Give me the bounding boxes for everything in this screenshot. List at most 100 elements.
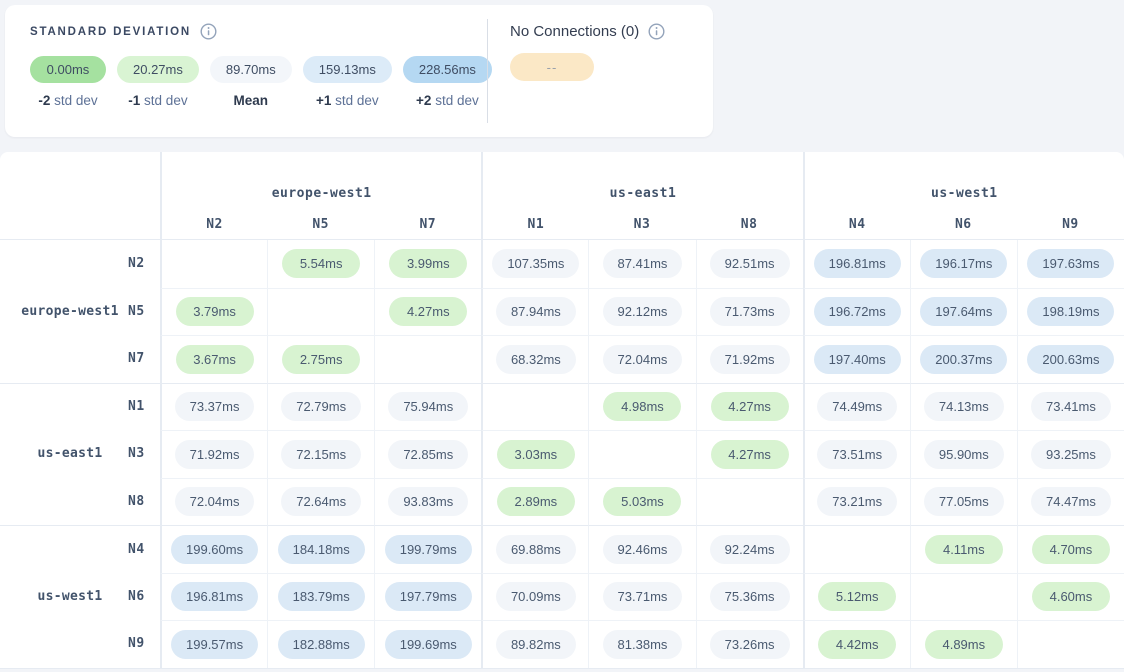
latency-pill[interactable]: 2.89ms [497, 487, 575, 516]
latency-pill[interactable]: 68.32ms [496, 345, 576, 374]
row-region-label: europe-west1 [14, 304, 126, 319]
latency-pill[interactable]: 197.40ms [814, 345, 901, 374]
latency-pill[interactable]: 87.41ms [603, 249, 683, 278]
latency-pill[interactable]: 81.38ms [603, 630, 683, 659]
latency-pill[interactable]: 4.27ms [711, 440, 789, 469]
latency-pill[interactable]: 5.12ms [818, 582, 896, 611]
latency-pill[interactable]: 72.85ms [388, 440, 468, 469]
latency-pill[interactable]: 4.89ms [925, 630, 1003, 659]
latency-pill[interactable]: 3.99ms [389, 249, 467, 278]
latency-pill[interactable]: 71.92ms [175, 440, 255, 469]
latency-cell: 5.54ms [267, 240, 374, 288]
latency-pill[interactable]: 74.49ms [817, 392, 897, 421]
latency-pill[interactable]: 92.24ms [710, 535, 790, 564]
latency-pill[interactable]: 93.25ms [1031, 440, 1111, 469]
latency-pill[interactable]: 72.64ms [281, 487, 361, 516]
latency-pill[interactable]: 3.67ms [176, 345, 254, 374]
latency-pill[interactable]: 200.63ms [1027, 345, 1114, 374]
row-label-N7: N7 [0, 335, 160, 383]
latency-pill[interactable]: 4.42ms [818, 630, 896, 659]
latency-pill[interactable]: 89.82ms [496, 630, 576, 659]
latency-pill[interactable]: 5.03ms [603, 487, 681, 516]
latency-pill[interactable]: 3.03ms [497, 440, 575, 469]
row-node-label: N4 [128, 542, 158, 557]
latency-pill[interactable]: 71.73ms [710, 297, 790, 326]
latency-cell: 73.41ms [1017, 383, 1124, 431]
latency-pill[interactable]: 200.37ms [920, 345, 1007, 374]
latency-cell: 75.36ms [696, 573, 803, 621]
no-connections-section: No Connections (0) -- [510, 23, 665, 81]
latency-pill[interactable]: 73.26ms [710, 630, 790, 659]
latency-pill[interactable]: 197.63ms [1027, 249, 1114, 278]
latency-pill[interactable]: 4.27ms [389, 297, 467, 326]
latency-pill[interactable]: 5.54ms [282, 249, 360, 278]
latency-cell: 183.79ms [267, 573, 374, 621]
latency-pill[interactable]: 93.83ms [388, 487, 468, 516]
latency-pill[interactable]: 2.75ms [282, 345, 360, 374]
latency-pill[interactable]: 73.51ms [817, 440, 897, 469]
latency-pill[interactable]: 69.88ms [496, 535, 576, 564]
latency-pill[interactable]: 87.94ms [496, 297, 576, 326]
latency-pill[interactable]: 74.47ms [1031, 487, 1111, 516]
latency-pill[interactable]: 197.64ms [920, 297, 1007, 326]
latency-cell: 4.89ms [910, 620, 1017, 668]
latency-pill[interactable]: 196.17ms [920, 249, 1007, 278]
latency-pill[interactable]: 75.94ms [388, 392, 468, 421]
latency-pill[interactable]: 92.51ms [710, 249, 790, 278]
latency-pill[interactable]: 72.15ms [281, 440, 361, 469]
latency-pill[interactable]: 196.72ms [814, 297, 901, 326]
no-connections-title: No Connections (0) [510, 23, 639, 40]
latency-pill[interactable]: 92.46ms [603, 535, 683, 564]
latency-pill[interactable]: 73.71ms [603, 582, 683, 611]
latency-pill[interactable]: 107.35ms [492, 249, 579, 278]
latency-pill[interactable]: 72.79ms [281, 392, 361, 421]
latency-pill[interactable]: 199.69ms [385, 630, 472, 659]
latency-cell: 4.27ms [696, 383, 803, 431]
latency-pill[interactable]: 4.27ms [711, 392, 789, 421]
latency-pill[interactable]: 75.36ms [710, 582, 790, 611]
latency-pill[interactable]: 3.79ms [176, 297, 254, 326]
latency-cell: 4.11ms [910, 525, 1017, 573]
info-icon[interactable] [648, 23, 665, 40]
latency-pill[interactable]: 73.21ms [817, 487, 897, 516]
latency-pill[interactable]: 70.09ms [496, 582, 576, 611]
latency-pill[interactable]: 199.60ms [171, 535, 258, 564]
latency-pill[interactable]: 198.19ms [1027, 297, 1114, 326]
latency-cell: 73.51ms [803, 430, 910, 478]
latency-cell: 5.12ms [803, 573, 910, 621]
latency-cell [696, 478, 803, 526]
latency-pill[interactable]: 4.98ms [603, 392, 681, 421]
latency-pill[interactable]: 4.70ms [1032, 535, 1110, 564]
column-region-header-europe-west1: europe-west1 [160, 152, 481, 210]
latency-pill[interactable]: 196.81ms [171, 582, 258, 611]
latency-pill[interactable]: 77.05ms [924, 487, 1004, 516]
latency-cell: 3.99ms [374, 240, 481, 288]
latency-cell: 3.67ms [160, 335, 267, 383]
latency-cell [803, 525, 910, 573]
latency-cell: 73.26ms [696, 620, 803, 668]
latency-pill[interactable]: 183.79ms [278, 582, 365, 611]
legend-pill: 20.27ms [117, 56, 199, 83]
legend-label-rest: std dev [331, 93, 378, 108]
latency-pill[interactable]: 92.12ms [603, 297, 683, 326]
latency-pill[interactable]: 73.37ms [175, 392, 255, 421]
latency-pill[interactable]: 72.04ms [175, 487, 255, 516]
latency-cell: 73.71ms [588, 573, 695, 621]
latency-cell: 4.27ms [696, 430, 803, 478]
latency-pill[interactable]: 71.92ms [710, 345, 790, 374]
latency-pill[interactable]: 4.11ms [925, 535, 1003, 564]
latency-pill[interactable]: 95.90ms [924, 440, 1004, 469]
latency-pill[interactable]: 199.57ms [171, 630, 258, 659]
latency-pill[interactable]: 73.41ms [1031, 392, 1111, 421]
std-dev-legend: 0.00ms-2 std dev20.27ms-1 std dev89.70ms… [30, 56, 492, 108]
latency-pill[interactable]: 4.60ms [1032, 582, 1110, 611]
latency-pill[interactable]: 74.13ms [924, 392, 1004, 421]
latency-cell: 184.18ms [267, 525, 374, 573]
info-icon[interactable] [200, 23, 217, 40]
latency-pill[interactable]: 199.79ms [385, 535, 472, 564]
latency-pill[interactable]: 72.04ms [603, 345, 683, 374]
latency-pill[interactable]: 196.81ms [814, 249, 901, 278]
latency-pill[interactable]: 182.88ms [278, 630, 365, 659]
latency-pill[interactable]: 184.18ms [278, 535, 365, 564]
latency-pill[interactable]: 197.79ms [385, 582, 472, 611]
